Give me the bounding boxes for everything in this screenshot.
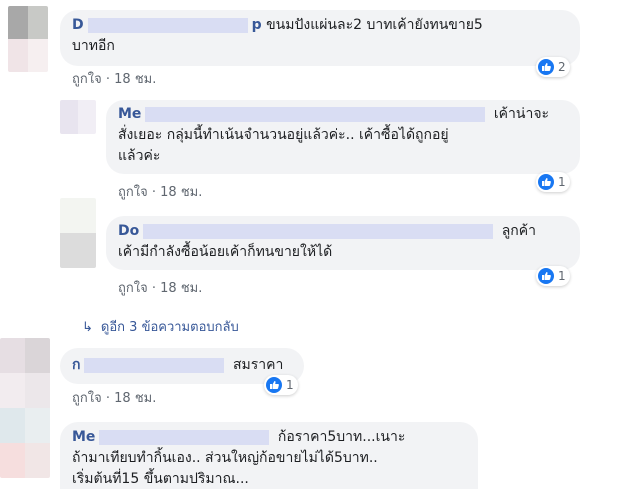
avatar[interactable] — [60, 100, 96, 134]
like-reaction-icon — [538, 174, 554, 190]
timestamp[interactable]: 18 ชม. — [114, 72, 156, 87]
separator: · — [105, 391, 110, 406]
reaction-count[interactable]: 2 — [536, 57, 570, 77]
comment-meta: ถูกใจ · 18 ชม. — [72, 68, 156, 89]
comment-text: เค้ามีกำลังซื้อน้อยเค้าก็ทนขายให้ได้ — [118, 244, 333, 260]
comment-bubble: Dp ขนมปังแผ่นละ2 บาทเค้ายังทนขาย5 บาทอีก — [60, 10, 580, 66]
like-reaction-icon — [538, 59, 554, 75]
comment-text: ก้อราคา5บาท...เนาะ — [277, 429, 406, 445]
separator: · — [151, 185, 156, 200]
like-link[interactable]: ถูกใจ — [72, 72, 102, 87]
comment-bubble: Me ก้อราคา5บาท...เนาะ ถ้ามาเทียบทำกิ้นเอ… — [60, 422, 478, 489]
avatar[interactable] — [0, 338, 50, 478]
like-reaction-icon — [266, 377, 282, 393]
avatar[interactable] — [8, 6, 48, 72]
comment-text: ขนมปังแผ่นละ2 บาทเค้ายังทนขาย5 — [266, 17, 483, 33]
commenter-name[interactable]: Me — [118, 106, 141, 122]
view-more-replies-link[interactable]: ↳ ดูอีก 3 ข้อความตอบกลับ — [82, 316, 239, 337]
redacted-name — [84, 357, 225, 373]
reaction-count[interactable]: 1 — [536, 266, 570, 286]
redacted-name — [145, 106, 486, 122]
comment-text: สมราคา — [232, 357, 284, 373]
separator: · — [105, 72, 110, 87]
comment-meta: ถูกใจ · 18 ชม. — [118, 277, 202, 298]
timestamp[interactable]: 18 ชม. — [114, 391, 156, 406]
comment-text: สั่งเยอะ กลุ่มนี้ทำเน้นจำนวนอยู่แล้วค่ะ.… — [118, 127, 449, 143]
commenter-name[interactable]: Me — [72, 429, 95, 445]
avatar[interactable] — [60, 198, 96, 268]
commenter-name[interactable]: ก — [72, 357, 80, 373]
timestamp[interactable]: 18 ชม. — [160, 185, 202, 200]
comment-text: ถ้ามาเทียบทำกิ้นเอง.. ส่วนใหญ่ก้อขายไม่ไ… — [72, 450, 378, 466]
like-link[interactable]: ถูกใจ — [72, 391, 102, 406]
comment-text: บาทอีก — [72, 38, 115, 54]
reaction-count[interactable]: 1 — [536, 172, 570, 192]
commenter-name[interactable]: D — [72, 17, 84, 33]
comment-bubble: Do ลูกค้า เค้ามีกำลังซื้อน้อยเค้าก็ทนขาย… — [106, 216, 580, 270]
comment-bubble: Me เค้าน่าจะ สั่งเยอะ กลุ่มนี้ทำเน้นจำนว… — [106, 100, 580, 174]
reaction-number: 1 — [558, 269, 566, 283]
comment-meta: ถูกใจ · 18 ชม. — [118, 181, 202, 202]
redacted-name — [99, 429, 270, 445]
comment-text: เค้าน่าจะ — [493, 106, 550, 122]
commenter-name-tail[interactable]: p — [252, 17, 262, 33]
redacted-name — [87, 17, 248, 33]
reaction-count[interactable]: 1 — [264, 375, 298, 395]
like-link[interactable]: ถูกใจ — [118, 185, 148, 200]
comment-text: ลูกค้า — [501, 223, 536, 239]
comment-meta: ถูกใจ · 18 ชม. — [72, 387, 156, 408]
reaction-number: 1 — [286, 378, 294, 392]
separator: · — [151, 281, 156, 296]
redacted-name — [143, 223, 494, 239]
reply-arrow-icon: ↳ — [82, 320, 93, 335]
reaction-number: 2 — [558, 60, 566, 74]
comment-text: แล้วค่ะ — [118, 148, 161, 164]
view-more-replies-label: ดูอีก 3 ข้อความตอบกลับ — [100, 320, 239, 335]
commenter-name[interactable]: Do — [118, 223, 139, 239]
like-link[interactable]: ถูกใจ — [118, 281, 148, 296]
comment-text: เริ่มต้นที่15 ขึ้นตามปริมาณ... — [72, 471, 249, 487]
like-reaction-icon — [538, 268, 554, 284]
reaction-number: 1 — [558, 175, 566, 189]
timestamp[interactable]: 18 ชม. — [160, 281, 202, 296]
